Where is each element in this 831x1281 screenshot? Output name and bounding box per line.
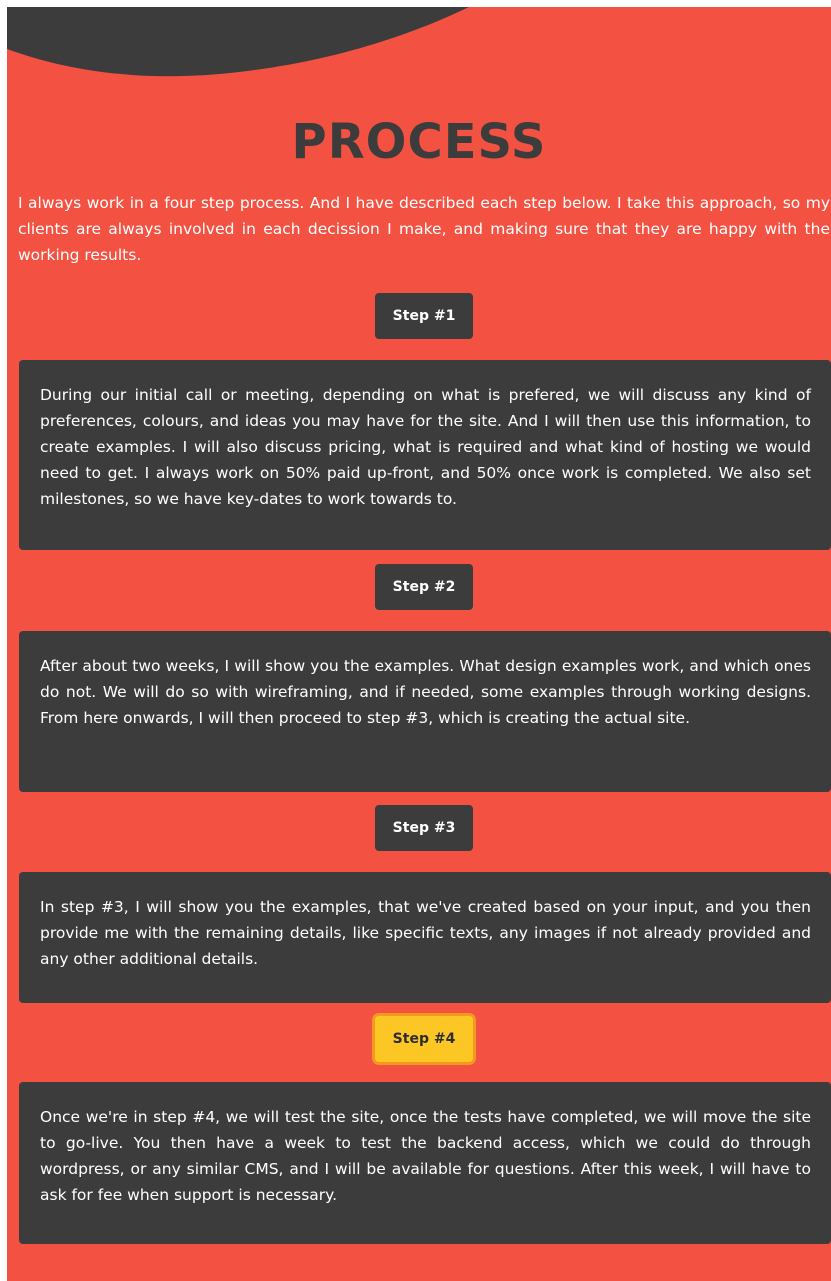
intro-text: I always work in a four step process. An… bbox=[18, 194, 830, 264]
page-title: PROCESS bbox=[291, 114, 547, 170]
step-2-button[interactable]: Step #2 bbox=[375, 564, 473, 610]
step-1-card: During our initial call or meeting, depe… bbox=[19, 360, 831, 550]
step-1-button[interactable]: Step #1 bbox=[375, 293, 473, 339]
step-3-button[interactable]: Step #3 bbox=[375, 805, 473, 851]
step-3-description: In step #3, I will show you the examples… bbox=[40, 898, 811, 968]
step-2-card: After about two weeks, I will show you t… bbox=[19, 631, 831, 792]
process-section: PROCESS I always work in a four step pro… bbox=[7, 7, 831, 1281]
step-4-card: Once we're in step #4, we will test the … bbox=[19, 1082, 831, 1244]
header-wave-shape bbox=[7, 7, 469, 77]
step-4-description: Once we're in step #4, we will test the … bbox=[40, 1108, 811, 1204]
step-2-description: After about two weeks, I will show you t… bbox=[40, 657, 811, 727]
step-1-description: During our initial call or meeting, depe… bbox=[40, 386, 811, 508]
step-4-button[interactable]: Step #4 bbox=[372, 1013, 476, 1065]
step-3-card: In step #3, I will show you the examples… bbox=[19, 872, 831, 1003]
